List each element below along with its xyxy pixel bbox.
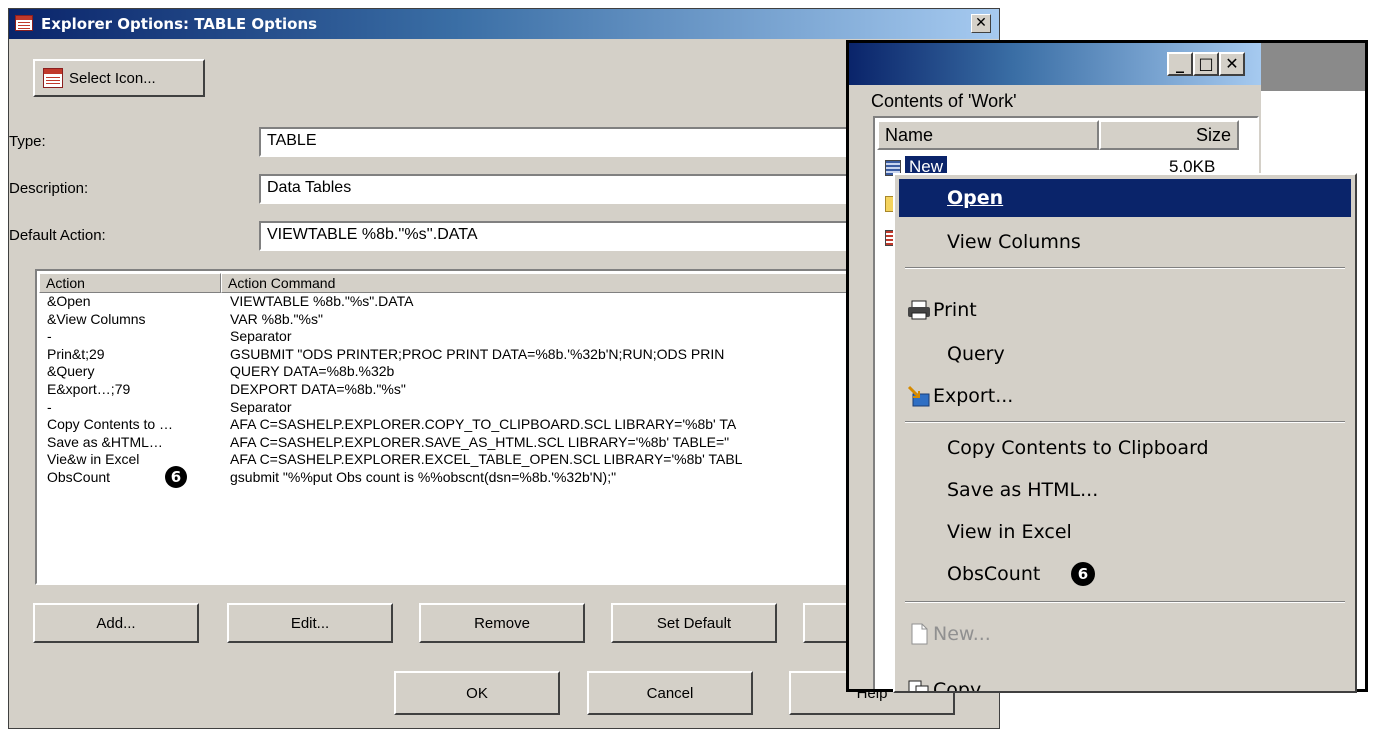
callout-badge: 6 [165,465,187,488]
callout-badge: 6 [1071,562,1095,586]
menu-item-open[interactable]: Open [899,179,1351,217]
set-default-button[interactable]: Set Default [611,603,777,643]
menu-item-copy-contents[interactable]: Copy Contents to Clipboard [899,429,1351,467]
ok-button[interactable]: OK [394,671,560,715]
menu-item-query[interactable]: Query [899,335,1351,373]
table-icon [43,68,63,88]
copy-icon [908,680,929,691]
list-item[interactable]: ObsCount gsubmit "%%put Obs count is %%ob… [47,465,863,488]
type-field[interactable]: TABLE [259,127,859,157]
menu-separator [905,601,1345,603]
list-item[interactable]: Save as &HTML… AFA C=SASHELP.EXPLORER.SAV… [47,434,863,452]
explorer-titlebar: _ □ ✕ [849,43,1261,85]
list-item[interactable]: Vie&w in Excel AFA C=SASHELP.EXPLORER.EXC… [47,451,863,469]
actions-rows: &Open VIEWTABLE %8b."%s".DATA &View Colum… [47,293,863,488]
contents-label: Contents of 'Work' [871,91,1017,111]
default-action-field[interactable]: VIEWTABLE %8b.''%s''.DATA [259,221,859,251]
menu-item-copy[interactable]: Copy [899,671,1351,691]
menu-separator [905,267,1345,269]
table-icon [15,15,33,31]
background-window [1261,43,1365,92]
remove-button[interactable]: Remove [419,603,585,643]
cancel-button[interactable]: Cancel [587,671,753,715]
list-item[interactable]: - Separator [47,399,863,417]
size-column-header[interactable]: Size [1099,120,1239,150]
maximize-icon[interactable]: □ [1193,52,1219,76]
list-item[interactable]: &Query QUERY DATA=%8b.%32b [47,363,863,381]
menu-item-view-in-excel[interactable]: View in Excel [899,513,1351,551]
export-icon [907,385,930,407]
menu-item-save-as-html[interactable]: Save as HTML... [899,471,1351,509]
menu-item-export[interactable]: Export... [899,377,1351,415]
description-field[interactable]: Data Tables [259,174,859,204]
name-column-header[interactable]: Name [877,120,1099,150]
type-label: Type: [9,133,46,150]
dialog-title: Explorer Options: TABLE Options [41,15,318,33]
menu-separator [905,421,1345,423]
list-item[interactable]: Copy Contents to … AFA C=SASHELP.EXPLORER… [47,416,863,434]
list-item[interactable]: &View Columns VAR %8b."%s" [47,311,863,329]
menu-item-obscount[interactable]: ObsCount 6 [899,555,1351,593]
action-command-column-header[interactable]: Action Command [221,273,863,293]
printer-icon [908,300,930,320]
edit-button[interactable]: Edit... [227,603,393,643]
description-label: Description: [9,180,89,197]
select-icon-button[interactable]: Select Icon... [33,59,205,97]
actions-list[interactable]: Action Action Command &Open VIEWTABLE %8b… [35,269,865,585]
default-action-label: Default Action: [9,227,106,244]
add-button[interactable]: Add... [33,603,199,643]
minimize-icon[interactable]: _ [1167,52,1193,76]
list-item[interactable]: &Open VIEWTABLE %8b."%s".DATA [47,293,863,311]
menu-item-view-columns[interactable]: View Columns [899,223,1351,261]
list-item[interactable]: Prin&t;29 GSUBMIT "ODS PRINTER;PROC PRINT… [47,346,863,364]
dialog-titlebar: Explorer Options: TABLE Options ✕ [9,9,999,39]
menu-item-print[interactable]: Print [899,291,1351,329]
new-file-icon [911,623,928,645]
select-icon-label: Select Icon... [69,69,156,87]
menu-item-new[interactable]: New... [899,615,1351,653]
context-menu: Open View Columns Print Query Export... … [893,173,1357,693]
close-icon[interactable]: ✕ [1219,52,1245,76]
list-item[interactable]: E&xport…;79 DEXPORT DATA=%8b."%s" [47,381,863,399]
action-column-header[interactable]: Action [39,273,221,293]
close-icon[interactable]: ✕ [971,14,991,33]
list-item[interactable]: - Separator [47,328,863,346]
